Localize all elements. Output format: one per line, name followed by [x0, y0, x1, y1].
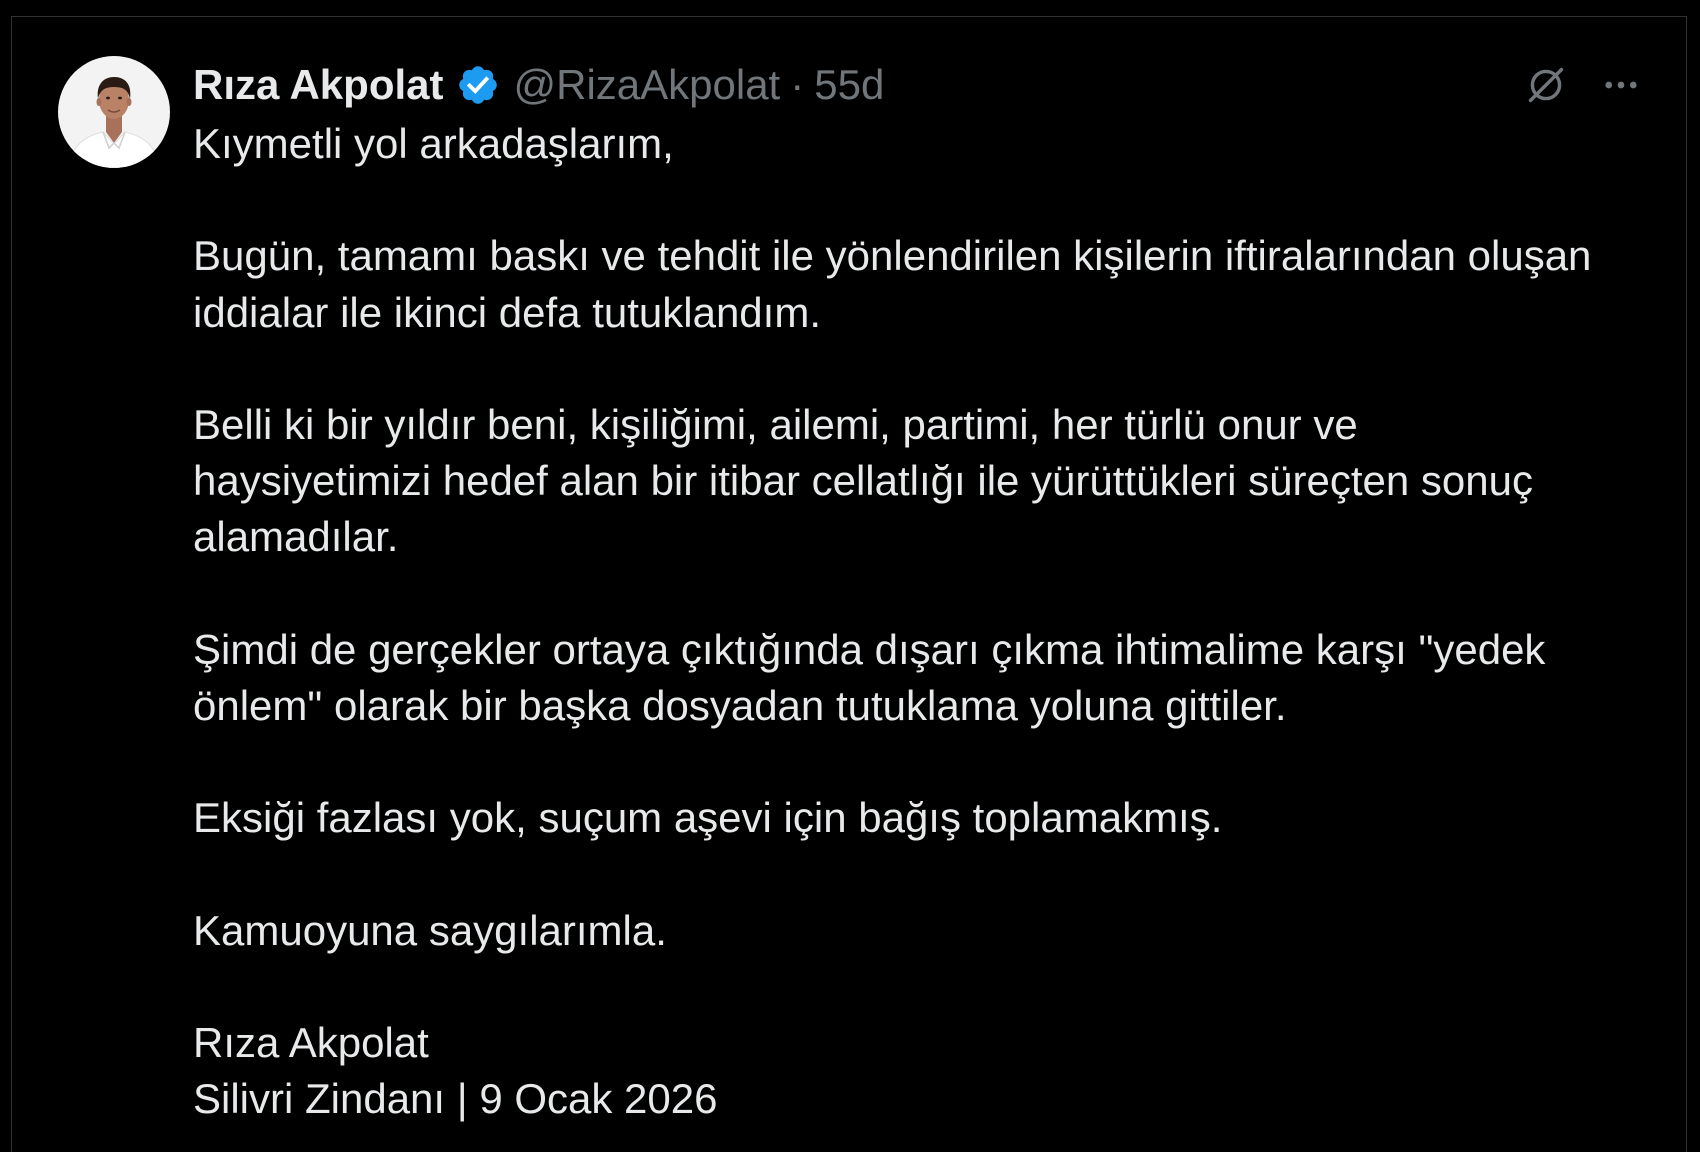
- tweet-text-line: Eksiği fazlası yok, suçum aşevi için bağ…: [193, 794, 1223, 842]
- tweet-text-line: Belli ki bir yıldır beni, kişiliğimi, ai…: [193, 400, 1358, 448]
- tweet-text-line: Kıymetli yol arkadaşlarım,: [193, 120, 674, 167]
- tweet-text-line: Kamuoyuna saygılarımla.: [193, 906, 667, 954]
- tweet-text-line: alamadılar.: [193, 513, 399, 561]
- author-name[interactable]: Rıza Akpolat: [193, 57, 443, 113]
- tweet-paragraph: Şimdi de gerçekler ortaya çıktığında dış…: [193, 622, 1591, 734]
- signature-place-date: Silivri Zindanı | 9 Ocak 2026: [193, 1075, 718, 1123]
- tweet-text-line: haysiyetimizi hedef alan bir itibar cell…: [193, 457, 1533, 505]
- tweet-header: Rıza Akpolat @RizaAkpolat · 55d: [193, 57, 884, 113]
- tweet-text-line: Şimdi de gerçekler ortaya çıktığında dış…: [193, 625, 1546, 673]
- avatar[interactable]: [58, 56, 170, 168]
- author-handle[interactable]: @RizaAkpolat: [513, 57, 780, 113]
- tweet-paragraph: Kıymetli yol arkadaşlarım,: [193, 116, 1591, 172]
- verified-badge-icon[interactable]: [456, 63, 500, 107]
- tweet-paragraph: Eksiği fazlası yok, suçum aşevi için bağ…: [193, 790, 1591, 846]
- header-separator: ·: [790, 61, 805, 108]
- tweet-paragraph: Kamuoyuna saygılarımla.: [193, 903, 1591, 959]
- tweet-text-line: iddialar ile ikinci defa tutuklandım.: [193, 288, 821, 336]
- tweet-paragraph: Bugün, tamamı baskı ve tehdit ile yönlen…: [193, 228, 1591, 340]
- tweet-text-line: Bugün, tamamı baskı ve tehdit ile yönlen…: [193, 232, 1592, 280]
- tweet-paragraph: Belli ki bir yıldır beni, kişiliğimi, ai…: [193, 397, 1591, 566]
- avatar-photo: [58, 56, 170, 168]
- tweet-text-line: önlem" olarak bir başka dosyadan tutukla…: [193, 681, 1287, 729]
- more-options-icon[interactable]: [1600, 64, 1642, 106]
- tweet-timestamp[interactable]: 55d: [814, 57, 884, 113]
- grok-icon[interactable]: [1524, 63, 1568, 107]
- tweet-signature: Rıza Akpolat Silivri Zindanı | 9 Ocak 20…: [193, 1015, 1591, 1127]
- tweet-text: Kıymetli yol arkadaşlarım, Bugün, tamamı…: [193, 116, 1591, 1128]
- signature-name: Rıza Akpolat: [193, 1019, 429, 1067]
